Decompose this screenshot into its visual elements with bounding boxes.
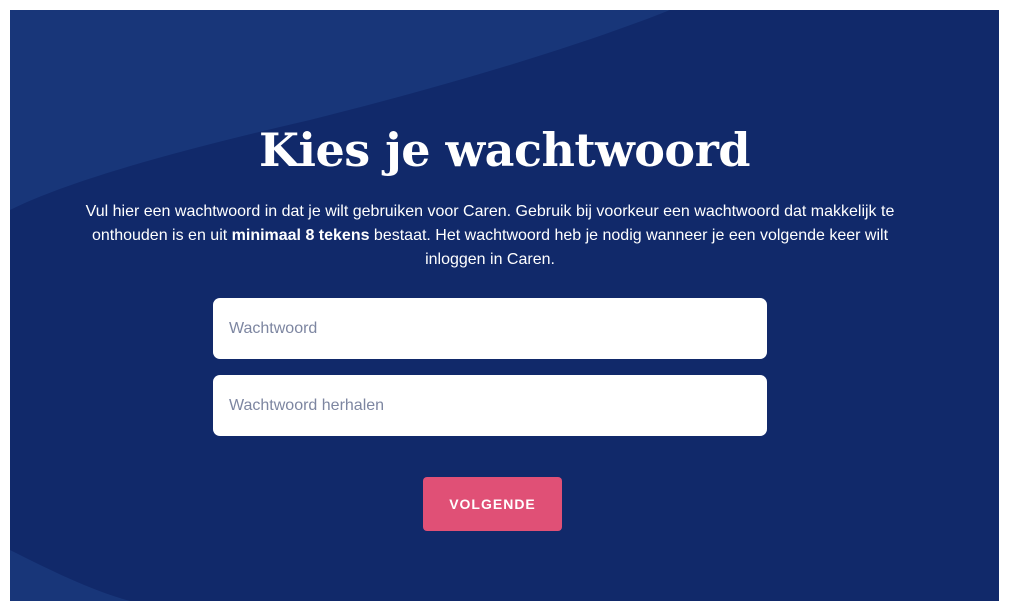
next-button[interactable]: VOLGENDE [423, 477, 562, 531]
intro-text-emphasis: minimaal 8 tekens [231, 227, 370, 244]
intro-text: Vul hier een wachtwoord in dat je wilt g… [70, 200, 910, 272]
password-input[interactable] [213, 298, 767, 359]
page-background: Kies je wachtwoord Vul hier een wachtwoo… [10, 10, 999, 601]
password-setup-panel: Kies je wachtwoord Vul hier een wachtwoo… [10, 10, 999, 601]
page-title: Kies je wachtwoord [258, 123, 751, 177]
intro-text-after: bestaat. Het wachtwoord heb je nodig wan… [369, 227, 889, 268]
repeat-password-input[interactable] [213, 375, 767, 436]
